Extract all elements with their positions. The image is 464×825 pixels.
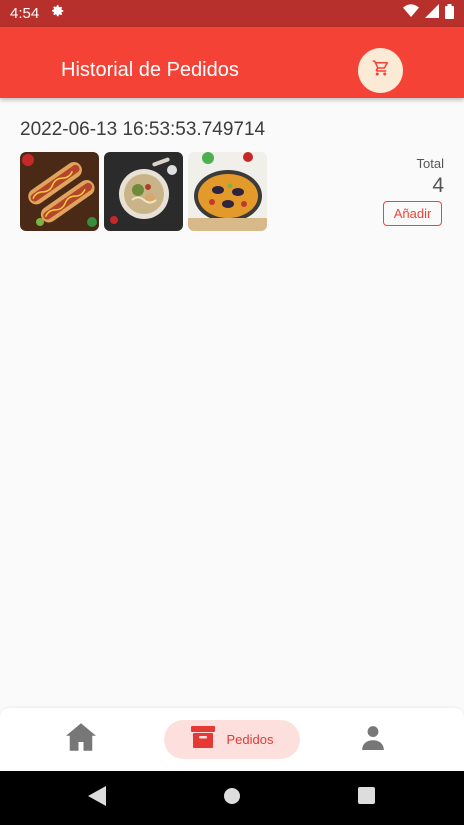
battery-icon xyxy=(445,3,454,24)
total-label: Total xyxy=(416,156,444,171)
nav-profile[interactable] xyxy=(356,722,390,756)
recents-button[interactable] xyxy=(353,785,379,811)
paella-photo xyxy=(188,152,267,231)
add-button[interactable]: Añadir xyxy=(383,201,442,226)
wifi-icon xyxy=(403,4,419,23)
noodle-soup-photo xyxy=(104,152,183,231)
cart-icon xyxy=(372,59,390,82)
home-system-button[interactable] xyxy=(219,785,245,811)
nav-orders[interactable]: Pedidos xyxy=(164,720,300,759)
page-title: Historial de Pedidos xyxy=(61,59,239,81)
order-thumbnails xyxy=(20,152,267,231)
hot-dogs-photo xyxy=(20,152,99,231)
order-date: 2022-06-13 16:53:53.749714 xyxy=(20,119,266,140)
back-icon xyxy=(88,785,106,811)
recents-icon xyxy=(357,787,375,809)
cell-signal-icon xyxy=(425,4,439,23)
back-button[interactable] xyxy=(84,785,110,811)
archive-box-icon xyxy=(190,726,215,753)
settings-icon xyxy=(51,4,65,23)
app-bar: Historial de Pedidos xyxy=(0,27,464,98)
total-value: 4 xyxy=(432,174,444,197)
bottom-nav: Pedidos xyxy=(0,708,464,771)
status-right xyxy=(403,3,454,24)
home-icon xyxy=(66,722,96,756)
status-bar: 4:54 xyxy=(0,0,464,27)
nav-orders-label: Pedidos xyxy=(226,732,274,747)
system-nav-bar xyxy=(0,771,464,825)
cart-button[interactable] xyxy=(358,48,403,93)
order-card[interactable]: 2022-06-13 16:53:53.749714 Total 4 Añadi… xyxy=(0,98,464,248)
status-time: 4:54 xyxy=(10,5,40,22)
status-left: 4:54 xyxy=(10,4,65,23)
nav-home[interactable] xyxy=(64,722,98,756)
person-icon xyxy=(360,724,386,755)
home-circle-icon xyxy=(223,787,241,810)
